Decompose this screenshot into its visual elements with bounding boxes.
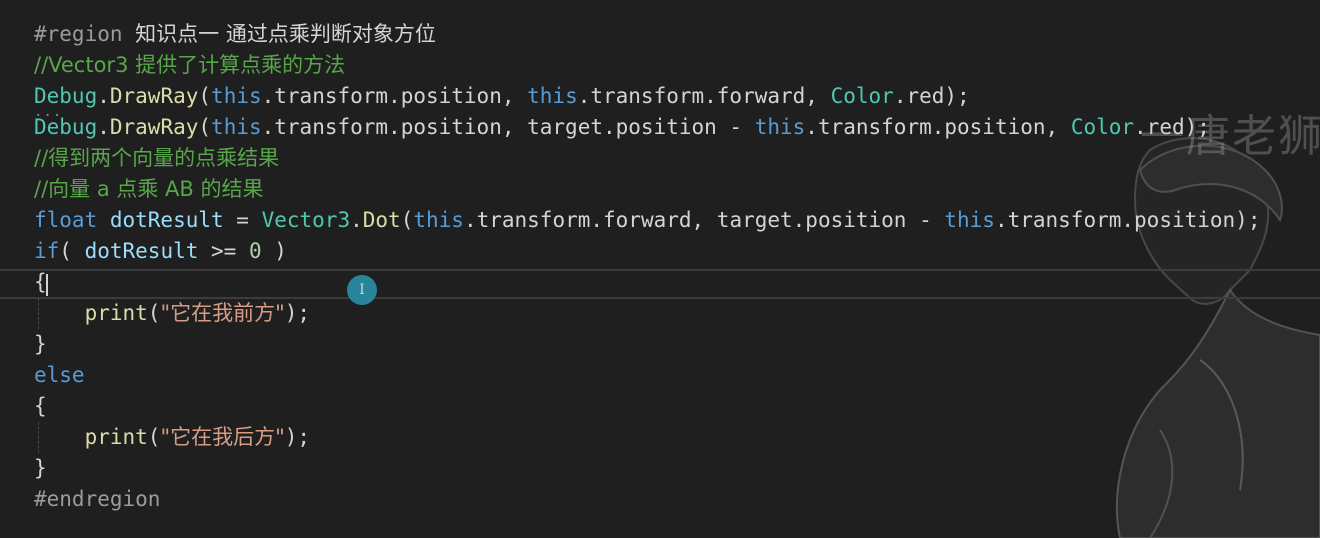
code-line-12: else xyxy=(34,360,1260,391)
method-print: print xyxy=(84,425,148,449)
code-line-6: //向量 a 点乘 AB 的结果 xyxy=(34,174,1260,205)
code-line-7: float dotResult = Vector3.Dot(this.trans… xyxy=(34,205,1260,236)
code-line-13: { xyxy=(34,391,1260,422)
code-line-4: Debug.DrawRay(this.transform.position, t… xyxy=(34,112,1260,143)
open-brace: { xyxy=(34,394,47,418)
close-brace: } xyxy=(34,332,47,356)
code-line-15: } xyxy=(34,453,1260,484)
method-drawray: DrawRay xyxy=(109,115,199,139)
code-line-14: print("它在我后方"); xyxy=(34,422,1260,453)
code-line-5: //得到两个向量的点乘结果 xyxy=(34,143,1260,174)
code-text: .transform.position, xyxy=(261,84,528,108)
comment: //向量 a 点乘 AB 的结果 xyxy=(34,177,264,201)
string-literal: "它在我前方" xyxy=(160,301,285,325)
keyword-this: this xyxy=(754,115,806,139)
string-literal: "它在我后方" xyxy=(160,425,285,449)
keyword-if: if xyxy=(34,239,60,263)
code-editor[interactable]: 一唐老狮 ··· #region 知识点一 通过点乘判断对象方位 //Vecto… xyxy=(0,0,1320,538)
region-directive: #region xyxy=(34,22,123,46)
variable-dotresult: dotResult xyxy=(97,208,224,232)
class-vector3: Vector3 xyxy=(261,208,351,232)
punct: ( xyxy=(400,208,414,232)
class-debug: Debug xyxy=(34,84,98,108)
class-color: Color xyxy=(830,84,894,108)
code-text: .transform.position); xyxy=(994,208,1261,232)
method-print: print xyxy=(84,301,148,325)
code-line-9: { xyxy=(34,267,1260,298)
comment: //Vector3 提供了计算点乘的方法 xyxy=(34,53,346,77)
code-line-2: //Vector3 提供了计算点乘的方法 xyxy=(34,50,1260,81)
keyword-this: this xyxy=(527,84,578,108)
code-line-11: } xyxy=(34,329,1260,360)
code-line-1: #region 知识点一 通过点乘判断对象方位 xyxy=(34,19,1260,50)
punct: ); xyxy=(284,301,311,325)
code-block[interactable]: #region 知识点一 通过点乘判断对象方位 //Vector3 提供了计算点… xyxy=(34,19,1260,515)
keyword-this: this xyxy=(211,115,262,139)
variable-dotresult: dotResult xyxy=(84,239,199,263)
indent-guide xyxy=(38,422,39,453)
code-text: .red); xyxy=(893,84,970,108)
punct: . xyxy=(97,115,110,139)
endregion-directive: #endregion xyxy=(34,487,161,511)
code-text: .transform.position, xyxy=(805,115,1071,139)
open-brace: { xyxy=(34,270,47,294)
class-debug: Debug xyxy=(34,115,98,139)
punct: . xyxy=(350,208,363,232)
class-color: Color xyxy=(1070,115,1135,139)
method-drawray: DrawRay xyxy=(109,84,199,108)
code-text: .red); xyxy=(1134,115,1210,139)
keyword-this: this xyxy=(413,208,464,232)
keyword-this: this xyxy=(944,208,995,232)
operator: >= xyxy=(198,239,249,263)
code-text: .transform.forward, xyxy=(577,84,831,108)
comment: //得到两个向量的点乘结果 xyxy=(34,146,280,170)
code-line-16: #endregion xyxy=(34,484,1260,515)
keyword-float: float xyxy=(34,208,98,232)
punct: ( xyxy=(198,84,212,108)
punct: . xyxy=(97,84,110,108)
code-line-8: if( dotResult >= 0 ) xyxy=(34,236,1260,267)
punct: ( xyxy=(147,301,161,325)
code-line-10: print("它在我前方"); xyxy=(34,298,1260,329)
keyword-this: this xyxy=(211,84,262,108)
method-dot: Dot xyxy=(362,208,401,232)
punct: ); xyxy=(284,425,311,449)
punct: ( xyxy=(198,115,212,139)
punct: ( xyxy=(59,239,85,263)
number-literal: 0 xyxy=(248,239,262,263)
punct: ( xyxy=(147,425,161,449)
punct: ) xyxy=(261,239,287,263)
close-brace: } xyxy=(34,456,47,480)
code-line-3: Debug.DrawRay(this.transform.position, t… xyxy=(34,81,1260,112)
code-text: .transform.forward, target.position - xyxy=(463,208,945,232)
code-text: .transform.position, target.position - xyxy=(261,115,755,139)
mouse-cursor-icon xyxy=(347,275,377,305)
region-title: 知识点一 通过点乘判断对象方位 xyxy=(135,22,436,46)
indent-guide xyxy=(38,298,39,329)
keyword-else: else xyxy=(34,363,85,387)
operator: = xyxy=(223,208,262,232)
